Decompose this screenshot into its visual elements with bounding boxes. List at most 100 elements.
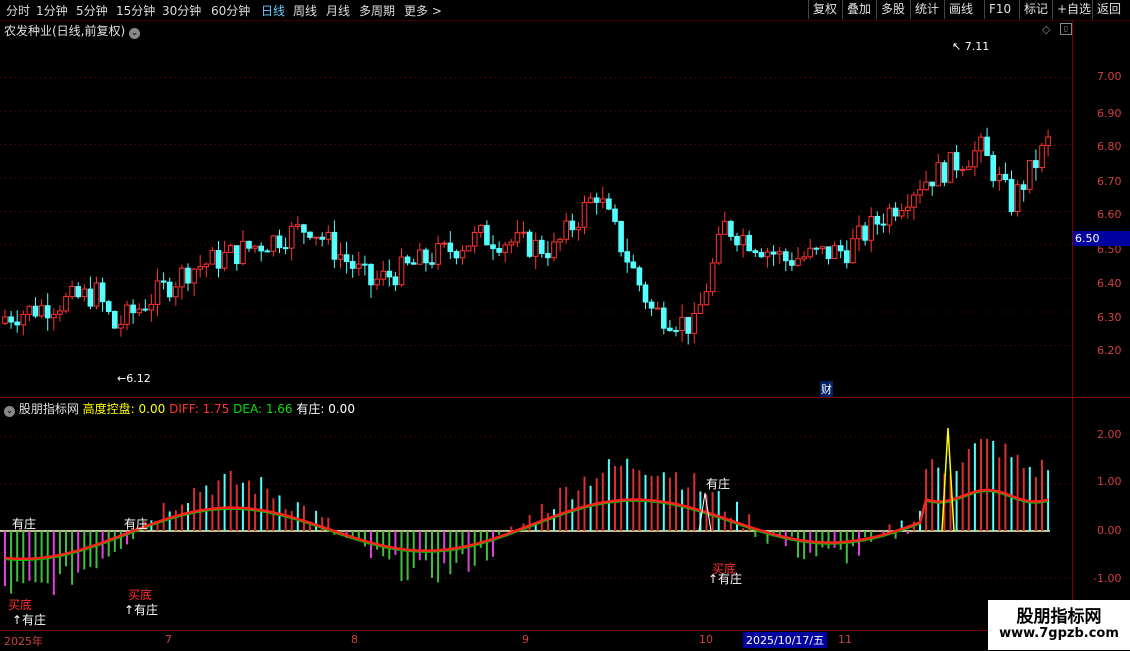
indicator-chart[interactable]: 有庄 有庄有庄买底买底买底↑有庄↑有庄↑有庄 [0, 398, 1072, 631]
candle-body [740, 234, 746, 246]
overlay-button[interactable]: 叠加 [842, 0, 875, 19]
candle-body [453, 251, 460, 259]
x-month-label: 9 [522, 633, 529, 646]
candle-body [398, 256, 405, 286]
period-daily[interactable]: 日线 [261, 2, 285, 19]
f10-button[interactable]: F10 [984, 0, 1015, 19]
chevron-down-icon[interactable]: ⌄ [129, 28, 141, 39]
candle-body [148, 303, 155, 311]
fuquan-button[interactable]: 复权 [808, 0, 841, 19]
up-youzhuang-label: ↑有庄 [12, 612, 46, 627]
candle-body [837, 245, 844, 252]
candle-body [807, 247, 814, 258]
candle-body [423, 249, 429, 264]
candle-body [911, 194, 917, 208]
indicator-field: DEA: 1.66 [233, 402, 293, 416]
candle-body [313, 236, 319, 239]
candle-body [325, 231, 332, 240]
candle-body [87, 288, 94, 307]
candle-body [471, 231, 478, 247]
candle-body [343, 254, 350, 263]
candle-body [410, 262, 417, 265]
youzhuang-label: 有庄 [12, 516, 36, 531]
candle-body [654, 307, 661, 310]
maidi-label: 买底 [8, 597, 32, 612]
x-month-label: 8 [351, 633, 358, 646]
period-weekly[interactable]: 周线 [293, 2, 317, 19]
indicator-name: 股朋指标网 [18, 402, 79, 416]
multi-stock-button[interactable]: 多股 [876, 0, 909, 19]
candle-body [917, 189, 923, 196]
candle-body [1039, 145, 1045, 169]
period-1min[interactable]: 1分钟 [36, 2, 68, 19]
candle-body [234, 245, 240, 265]
candle-body [874, 215, 881, 225]
period-60min[interactable]: 60分钟 [211, 2, 250, 19]
candle-body [984, 136, 990, 156]
y-tick: 7.00 [1097, 70, 1122, 83]
candle-body [368, 263, 374, 286]
youzhuang-label: 有庄 [124, 516, 148, 531]
candle-body [502, 244, 508, 253]
candle-body [319, 236, 325, 240]
candle-body [557, 238, 563, 243]
candle-body [337, 254, 344, 260]
x-month-label: 7 [165, 633, 172, 646]
period-monthly[interactable]: 月线 [326, 2, 350, 19]
candle-body [227, 245, 234, 253]
candle-body [38, 305, 45, 317]
diamond-icon[interactable]: ◇ [1042, 23, 1050, 36]
candle-body [392, 276, 399, 286]
period-multi[interactable]: 多周期 [359, 2, 395, 19]
candle-body [947, 152, 954, 183]
candle-body [898, 209, 905, 217]
candlestick-panel[interactable]: ↖ 7.11 ←6.12 农发种业(日线,前复权) ⌄ ◇ ▯ 财 [0, 20, 1072, 397]
period-toolbar: 分时 1分钟 5分钟 15分钟 30分钟 60分钟 日线 周线 月线 多周期 更… [0, 0, 1130, 21]
indicator-panel[interactable]: 有庄 有庄 有庄 买底 买底 买底 ↑有庄 ↑有庄 ↑有庄 ⌄ 股朋指标网 高度控盘: 0.00… [0, 397, 1072, 631]
candle-body [209, 249, 216, 265]
candle-body [764, 251, 771, 258]
candle-body [606, 198, 612, 210]
candle-body [587, 197, 594, 204]
event-marker[interactable]: 财 [820, 381, 833, 397]
candle-body [746, 234, 753, 252]
candle-body [612, 208, 618, 222]
candle-body [929, 181, 936, 187]
candle-body [728, 220, 734, 237]
candle-body [484, 225, 490, 246]
candle-body [331, 231, 338, 260]
add-favorite-button[interactable]: +自选 [1052, 0, 1095, 19]
period-5min[interactable]: 5分钟 [76, 2, 108, 19]
candle-body [185, 267, 191, 284]
candle-body [905, 206, 911, 211]
mark-button[interactable]: 标记 [1019, 0, 1052, 19]
candle-body [618, 220, 624, 253]
candle-body [105, 301, 112, 312]
watermark-logo: 股朋指标网 www.7gpzb.com [988, 600, 1130, 650]
y-tick: 6.30 [1097, 311, 1122, 324]
period-fenshi[interactable]: 分时 [6, 2, 30, 19]
panel-toggle-icon[interactable]: ▯ [1060, 23, 1072, 35]
draw-line-button[interactable]: 画线 [944, 0, 977, 19]
chevron-down-icon[interactable]: ⌄ [4, 406, 15, 417]
x-year-label: 2025年 [4, 635, 43, 648]
back-button[interactable]: 返回 [1092, 0, 1125, 19]
candle-body [173, 286, 179, 298]
period-15min[interactable]: 15分钟 [116, 2, 155, 19]
candle-body [478, 225, 484, 233]
period-30min[interactable]: 30分钟 [162, 2, 201, 19]
chevron-right-icon: > [428, 4, 442, 18]
candle-body [1002, 173, 1009, 181]
youzhuang-label: 有庄 [706, 476, 730, 491]
y-tick: -1.00 [1093, 572, 1122, 585]
y-tick: 6.60 [1097, 208, 1122, 221]
candle-body [978, 136, 984, 152]
candle-body [179, 267, 185, 288]
candle-body [734, 235, 740, 246]
statistics-button[interactable]: 统计 [910, 0, 943, 19]
candle-body [112, 310, 118, 329]
candle-body [691, 312, 698, 334]
candle-body [417, 249, 423, 265]
candlestick-chart[interactable]: ↖ 7.11 ←6.12 [0, 20, 1072, 397]
period-more[interactable]: 更多 > [404, 2, 442, 19]
